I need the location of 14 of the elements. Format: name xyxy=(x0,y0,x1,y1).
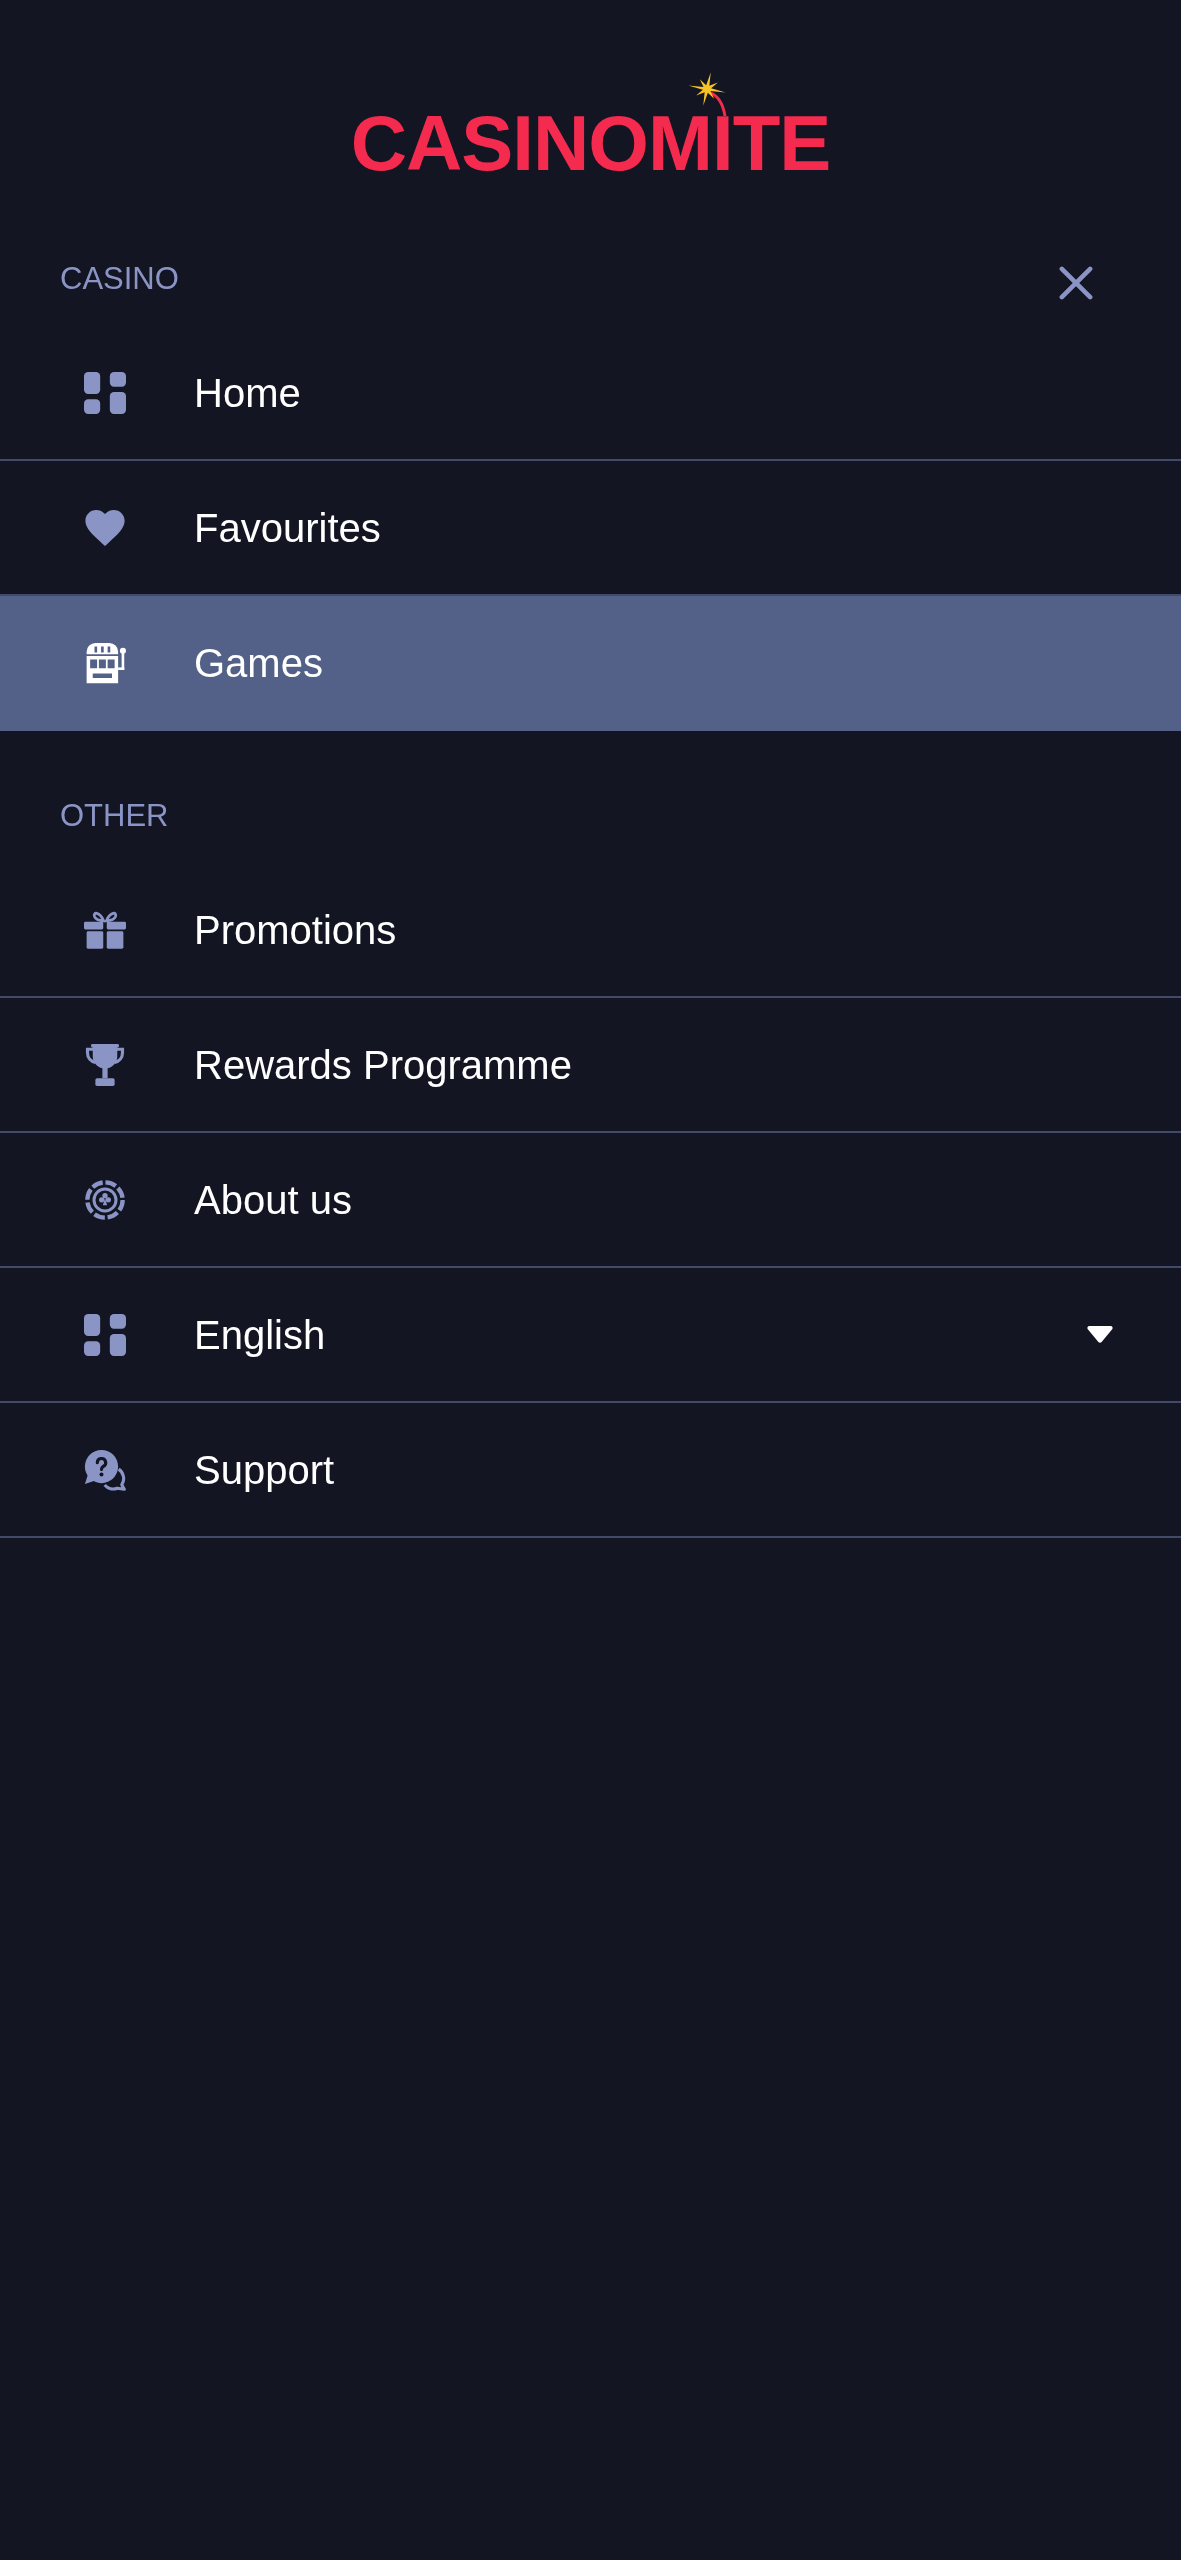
section-heading: CASINO xyxy=(60,262,179,294)
logo-text: CASINOMITE xyxy=(350,104,831,182)
section-heading: OTHER xyxy=(60,799,169,831)
casino-chip-icon xyxy=(84,1179,125,1220)
chat-question-icon xyxy=(83,1448,126,1491)
gift-icon xyxy=(83,910,126,949)
menu-item[interactable]: Games xyxy=(0,596,1181,731)
dashboard-icon xyxy=(83,1313,126,1356)
caret-icon xyxy=(1087,1326,1113,1343)
close-button[interactable] xyxy=(1059,266,1093,300)
heart-icon xyxy=(84,509,125,546)
trophy-icon xyxy=(83,1043,126,1086)
dashboard-icon xyxy=(83,371,126,414)
close-icon xyxy=(1059,266,1093,300)
